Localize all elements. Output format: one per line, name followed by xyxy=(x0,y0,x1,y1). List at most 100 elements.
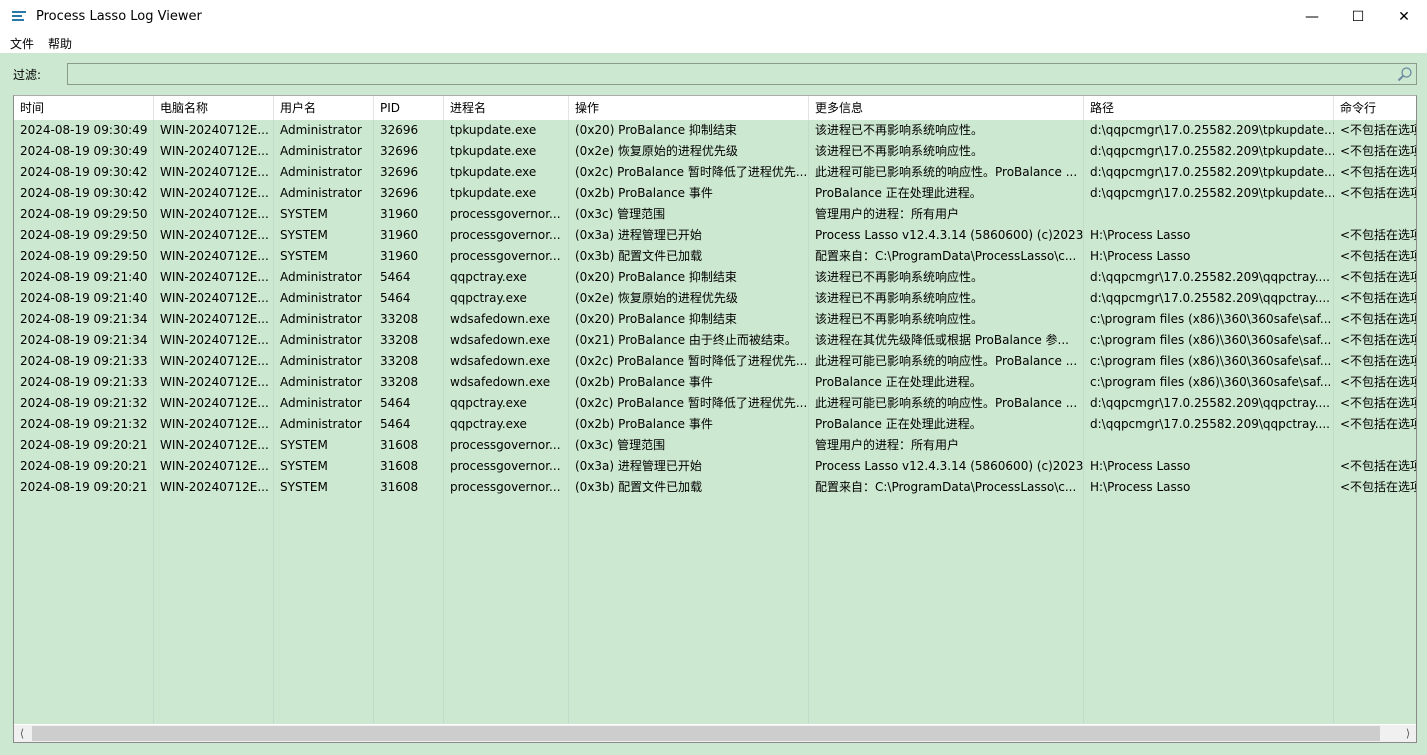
table-row[interactable]: 2024-08-19 09:20:21 WIN-20240712E... SYSTE… xyxy=(14,435,1416,456)
cell-user: Administrator xyxy=(280,123,362,137)
minimize-button[interactable]: — xyxy=(1289,0,1335,33)
column-header-user[interactable]: 用户名 xyxy=(274,96,374,120)
cell-time: 2024-08-19 09:21:34 xyxy=(20,312,148,326)
scroll-left-icon[interactable]: ⟨ xyxy=(14,725,30,742)
cell-info: 此进程可能已影响系统的响应性。ProBalance ... xyxy=(815,354,1078,368)
cell-user: Administrator xyxy=(280,144,362,158)
table-row[interactable]: 2024-08-19 09:20:21 WIN-20240712E... SYSTE… xyxy=(14,456,1417,477)
table-row[interactable]: 2024-08-19 09:30:42 WIN-20240712E... Admin… xyxy=(14,162,1416,183)
cell-path: c:\program files (x86)\360\360safe\saf..… xyxy=(1090,354,1332,368)
table-row[interactable]: 2024-08-19 09:21:33 WIN-20240712E... Admin… xyxy=(14,372,1417,393)
table-row[interactable]: 2024-08-19 09:21:40 WIN-20240712E... Admin… xyxy=(14,267,1416,288)
column-header-path[interactable]: 路径 xyxy=(1084,96,1334,120)
cell-path xyxy=(1084,435,1334,456)
cell-cmdline: <不包括在选项 xyxy=(1340,354,1417,368)
menu-file[interactable]: 文件 xyxy=(10,35,34,52)
column-header-computer[interactable]: 电脑名称 xyxy=(154,96,274,120)
log-list[interactable]: 时间 电脑名称 用户名 PID 进程名 操作 更多信息 路径 命令行 2024-08-19 09… xyxy=(13,95,1417,743)
table-row[interactable]: 2024-08-19 09:21:32 WIN-20240712E... Admin… xyxy=(14,393,1417,414)
cell-pid: 5464 xyxy=(380,291,411,305)
cell-cmdline: <不包括在选项 xyxy=(1340,333,1417,347)
table-row[interactable]: 2024-08-19 09:30:49 WIN-20240712E... Admin… xyxy=(14,120,1417,141)
cell-process: tpkupdate.exe xyxy=(450,186,537,200)
table-row[interactable]: 2024-08-19 09:30:42 WIN-20240712E... Admin… xyxy=(14,183,1416,204)
cell-cmdline: <不包括在选项 xyxy=(1340,375,1417,389)
menu-help[interactable]: 帮助 xyxy=(48,35,72,52)
cell-user: Administrator xyxy=(280,354,362,368)
cell-info: 管理用户的进程：所有用户 xyxy=(815,438,960,452)
cell-info: 配置来自：C:\ProgramData\ProcessLasso\c... xyxy=(815,249,1077,263)
cell-process: qqpctray.exe xyxy=(450,270,527,284)
scrollbar-thumb[interactable] xyxy=(32,726,1380,741)
table-row[interactable]: 2024-08-19 09:21:33 WIN-20240712E... Admin… xyxy=(14,351,1417,372)
table-row[interactable]: 2024-08-19 09:29:50 WIN-20240712E... SYSTE… xyxy=(14,204,1416,225)
cell-info: 该进程已不再影响系统响应性。 xyxy=(815,291,984,305)
cell-user: SYSTEM xyxy=(280,459,328,473)
cell-path: d:\qqpcmgr\17.0.25582.209\qqpctray.... xyxy=(1090,270,1330,284)
table-row[interactable]: 2024-08-19 09:21:40 WIN-20240712E... Admin… xyxy=(14,288,1416,309)
table-row[interactable]: 2024-08-19 09:30:49 WIN-20240712E... Admin… xyxy=(14,141,1416,162)
cell-computer: WIN-20240712E... xyxy=(160,375,269,389)
cell-path: c:\program files (x86)\360\360safe\saf..… xyxy=(1090,333,1332,347)
cell-action: (0x2b) ProBalance 事件 xyxy=(575,375,713,389)
column-header-pid[interactable]: PID xyxy=(374,96,444,120)
cell-user: Administrator xyxy=(280,270,362,284)
cell-user: Administrator xyxy=(280,186,362,200)
menu-bar: 文件 帮助 xyxy=(0,33,1427,53)
table-row[interactable]: 2024-08-19 09:20:21 WIN-20240712E... SYSTE… xyxy=(14,477,1416,498)
search-icon[interactable] xyxy=(1397,66,1413,82)
column-header-action[interactable]: 操作 xyxy=(569,96,809,120)
cell-cmdline: <不包括在选项 xyxy=(1340,459,1417,473)
cell-action: (0x2e) 恢复原始的进程优先级 xyxy=(575,144,738,158)
cell-cmdline: <不包括在选项 xyxy=(1340,417,1417,431)
maximize-button[interactable]: ☐ xyxy=(1335,0,1381,33)
list-rows: 2024-08-19 09:30:49 WIN-20240712E... Admin… xyxy=(14,120,1417,498)
cell-info: Process Lasso v12.4.3.14 (5860600) (c)20… xyxy=(815,459,1084,473)
table-row[interactable]: 2024-08-19 09:21:34 WIN-20240712E... Admin… xyxy=(14,309,1416,330)
column-header-info[interactable]: 更多信息 xyxy=(809,96,1084,120)
cell-time: 2024-08-19 09:30:49 xyxy=(20,123,148,137)
cell-pid: 31960 xyxy=(380,249,419,263)
cell-path: d:\qqpcmgr\17.0.25582.209\tpkupdate... xyxy=(1090,144,1334,158)
table-row[interactable]: 2024-08-19 09:21:32 WIN-20240712E... Admin… xyxy=(14,414,1417,435)
cell-computer: WIN-20240712E... xyxy=(160,417,269,431)
cell-path: d:\qqpcmgr\17.0.25582.209\tpkupdate... xyxy=(1090,186,1334,200)
cell-time: 2024-08-19 09:21:33 xyxy=(20,354,148,368)
cell-info: 此进程可能已影响系统的响应性。ProBalance ... xyxy=(815,165,1078,179)
cell-time: 2024-08-19 09:21:40 xyxy=(20,270,148,284)
cell-cmdline: <不包括在选项 xyxy=(1340,123,1417,137)
cell-action: (0x2c) ProBalance 暂时降低了进程优先... xyxy=(575,396,808,410)
cell-process: processgovernor... xyxy=(450,207,561,221)
cell-cmdline: <不包括在选项 xyxy=(1340,396,1417,410)
table-row[interactable]: 2024-08-19 09:29:50 WIN-20240712E... SYSTE… xyxy=(14,246,1416,267)
table-row[interactable]: 2024-08-19 09:29:50 WIN-20240712E... SYSTE… xyxy=(14,225,1416,246)
cell-computer: WIN-20240712E... xyxy=(160,144,269,158)
cell-info: ProBalance 正在处理此进程。 xyxy=(815,375,982,389)
column-header-time[interactable]: 时间 xyxy=(14,96,154,120)
cell-process: qqpctray.exe xyxy=(450,291,527,305)
cell-process: tpkupdate.exe xyxy=(450,144,537,158)
cell-time: 2024-08-19 09:30:49 xyxy=(20,144,148,158)
cell-time: 2024-08-19 09:20:21 xyxy=(20,459,148,473)
close-button[interactable]: ✕ xyxy=(1381,0,1427,33)
cell-info: 管理用户的进程：所有用户 xyxy=(815,207,960,221)
column-header-process[interactable]: 进程名 xyxy=(444,96,569,120)
cell-action: (0x3c) 管理范围 xyxy=(575,207,666,221)
scroll-right-icon[interactable]: ⟩ xyxy=(1400,725,1416,742)
cell-computer: WIN-20240712E... xyxy=(160,249,269,263)
cell-pid: 31608 xyxy=(380,438,419,452)
cell-computer: WIN-20240712E... xyxy=(160,354,269,368)
column-header-cmdline[interactable]: 命令行 xyxy=(1334,96,1416,120)
cell-computer: WIN-20240712E... xyxy=(160,459,269,473)
cell-pid: 33208 xyxy=(380,333,419,347)
filter-input[interactable] xyxy=(67,63,1417,85)
horizontal-scrollbar[interactable]: ⟨ ⟩ xyxy=(14,724,1416,742)
list-header: 时间 电脑名称 用户名 PID 进程名 操作 更多信息 路径 命令行 xyxy=(14,96,1416,120)
table-row[interactable]: 2024-08-19 09:21:34 WIN-20240712E... Admin… xyxy=(14,330,1417,351)
cell-action: (0x3b) 配置文件已加载 xyxy=(575,249,703,263)
cell-action: (0x2b) ProBalance 事件 xyxy=(575,417,713,431)
cell-path: d:\qqpcmgr\17.0.25582.209\qqpctray.... xyxy=(1090,417,1330,431)
cell-pid: 33208 xyxy=(380,354,419,368)
cell-computer: WIN-20240712E... xyxy=(160,438,269,452)
cell-path: d:\qqpcmgr\17.0.25582.209\qqpctray.... xyxy=(1090,396,1330,410)
